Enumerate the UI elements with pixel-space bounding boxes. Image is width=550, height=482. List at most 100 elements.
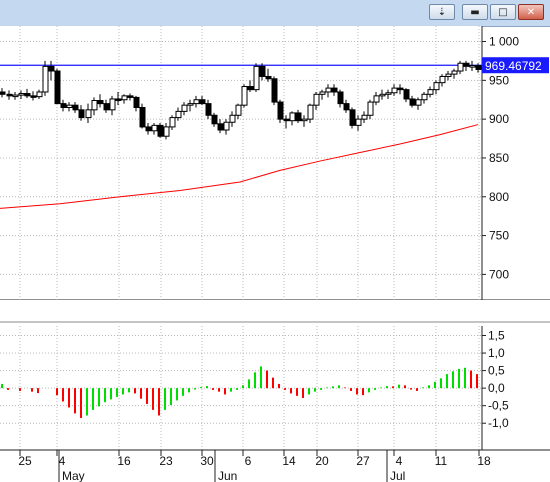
minimize-icon: ▬ xyxy=(470,6,480,18)
candle-body xyxy=(36,91,43,98)
stock-chart[interactable]: 1 000 950 900 850 800 750 700 969.46792 1,5 1,0 0… xyxy=(0,26,550,482)
candle-body xyxy=(48,65,55,72)
candle-body xyxy=(0,91,6,95)
day-label: 11 xyxy=(435,454,448,468)
candle-body xyxy=(451,70,458,75)
candle-body xyxy=(66,104,73,109)
day-label: 14 xyxy=(282,454,296,468)
candle-body xyxy=(337,91,344,105)
price-tick-label: 700 xyxy=(489,267,509,281)
candle-body xyxy=(391,87,398,94)
candle-body xyxy=(325,87,332,93)
candle-body xyxy=(403,89,410,100)
day-label: 4 xyxy=(59,454,66,468)
candle-body xyxy=(355,118,362,126)
current-value-label: 969.46792 xyxy=(485,59,542,73)
candle-body xyxy=(409,98,416,106)
day-label: 4 xyxy=(396,454,403,468)
candle-body xyxy=(60,103,67,109)
pin-window-button[interactable]: ⇣ xyxy=(429,4,455,20)
indicator-tick-label: 0,0 xyxy=(488,381,505,395)
candle-body xyxy=(241,86,248,106)
candle-body xyxy=(163,126,170,137)
pin-icon: ⇣ xyxy=(437,6,447,18)
candle-body xyxy=(127,95,134,98)
candle-body xyxy=(223,121,230,131)
candle-body xyxy=(6,93,13,97)
indicator-tick-label: -0,5 xyxy=(488,399,509,413)
candle-body xyxy=(343,103,350,111)
maximize-button[interactable]: □ xyxy=(490,4,516,20)
minimize-button[interactable]: ▬ xyxy=(462,4,488,20)
day-label: 30 xyxy=(200,454,214,468)
window-titlebar: ⇣ ▬ □ ✕ xyxy=(0,0,550,27)
candle-body xyxy=(445,73,452,77)
price-tick-label: 900 xyxy=(489,112,509,126)
month-label: Jul xyxy=(390,469,405,482)
time-axis: 25 4 16 23 30 6 14 20 27 4 11 18 May Jun Jul xyxy=(0,449,550,482)
candle-body xyxy=(18,93,25,96)
price-tick-label: 850 xyxy=(489,151,509,165)
candle-body xyxy=(283,118,290,122)
candle-body xyxy=(385,92,392,95)
candle-body xyxy=(145,126,152,132)
candle-body xyxy=(427,89,434,95)
close-button[interactable]: ✕ xyxy=(518,4,544,20)
price-plot-area xyxy=(0,26,482,300)
candle-body xyxy=(253,65,260,91)
candle-body xyxy=(217,123,224,131)
candle-body xyxy=(463,62,470,67)
candle-body xyxy=(319,91,326,95)
candle-body xyxy=(277,101,284,120)
candle-body xyxy=(229,114,236,123)
candle-body xyxy=(115,98,122,101)
candle-body xyxy=(30,95,37,98)
indicator-tick-label: 0,5 xyxy=(488,364,505,378)
candle-body xyxy=(301,118,308,122)
day-label: 25 xyxy=(18,454,32,468)
candle-body xyxy=(475,65,482,70)
candle-body xyxy=(373,95,380,103)
month-label: May xyxy=(62,469,85,482)
day-label: 23 xyxy=(159,454,173,468)
candle-body xyxy=(85,109,92,119)
candle-body xyxy=(72,104,79,111)
day-label: 27 xyxy=(356,454,370,468)
candle-body xyxy=(91,100,98,111)
indicator-tick-label: 1,5 xyxy=(488,329,505,343)
candle-body xyxy=(54,70,61,105)
pane-separator xyxy=(0,300,550,322)
candle-body xyxy=(24,93,31,97)
candle-body xyxy=(175,110,182,119)
maximize-icon: □ xyxy=(498,6,508,18)
candle-body xyxy=(181,104,188,112)
candle-body xyxy=(433,82,440,91)
candle-body xyxy=(157,124,164,137)
price-pane[interactable]: 1 000 950 900 850 800 750 700 969.46792 xyxy=(0,26,550,323)
month-label: Jun xyxy=(218,469,237,482)
day-label: 6 xyxy=(245,454,252,468)
candle-body xyxy=(187,103,194,106)
day-label: 18 xyxy=(477,454,491,468)
candle-body xyxy=(199,99,206,105)
candle-body xyxy=(415,99,422,106)
price-tick-label: 1 000 xyxy=(489,35,519,49)
indicator-pane[interactable]: 1,5 1,0 0,5 0,0 -0,5 -1,0 xyxy=(0,326,509,450)
candle-body xyxy=(295,112,302,122)
candle-body xyxy=(193,99,200,105)
candle-body xyxy=(439,75,446,84)
candle-body xyxy=(379,93,386,97)
candle-body xyxy=(307,104,314,120)
price-tick-label: 750 xyxy=(489,229,509,243)
candle-body xyxy=(259,65,266,77)
candle-body xyxy=(42,65,49,93)
candle-body xyxy=(109,98,116,111)
candle-body xyxy=(397,87,404,91)
candle-body xyxy=(265,75,272,80)
close-icon: ✕ xyxy=(526,6,536,18)
candle-body xyxy=(211,114,218,125)
candle-body xyxy=(103,103,110,111)
candle-body xyxy=(469,65,476,68)
indicator-tick-label: -1,0 xyxy=(488,416,509,430)
candle-body xyxy=(235,104,242,116)
